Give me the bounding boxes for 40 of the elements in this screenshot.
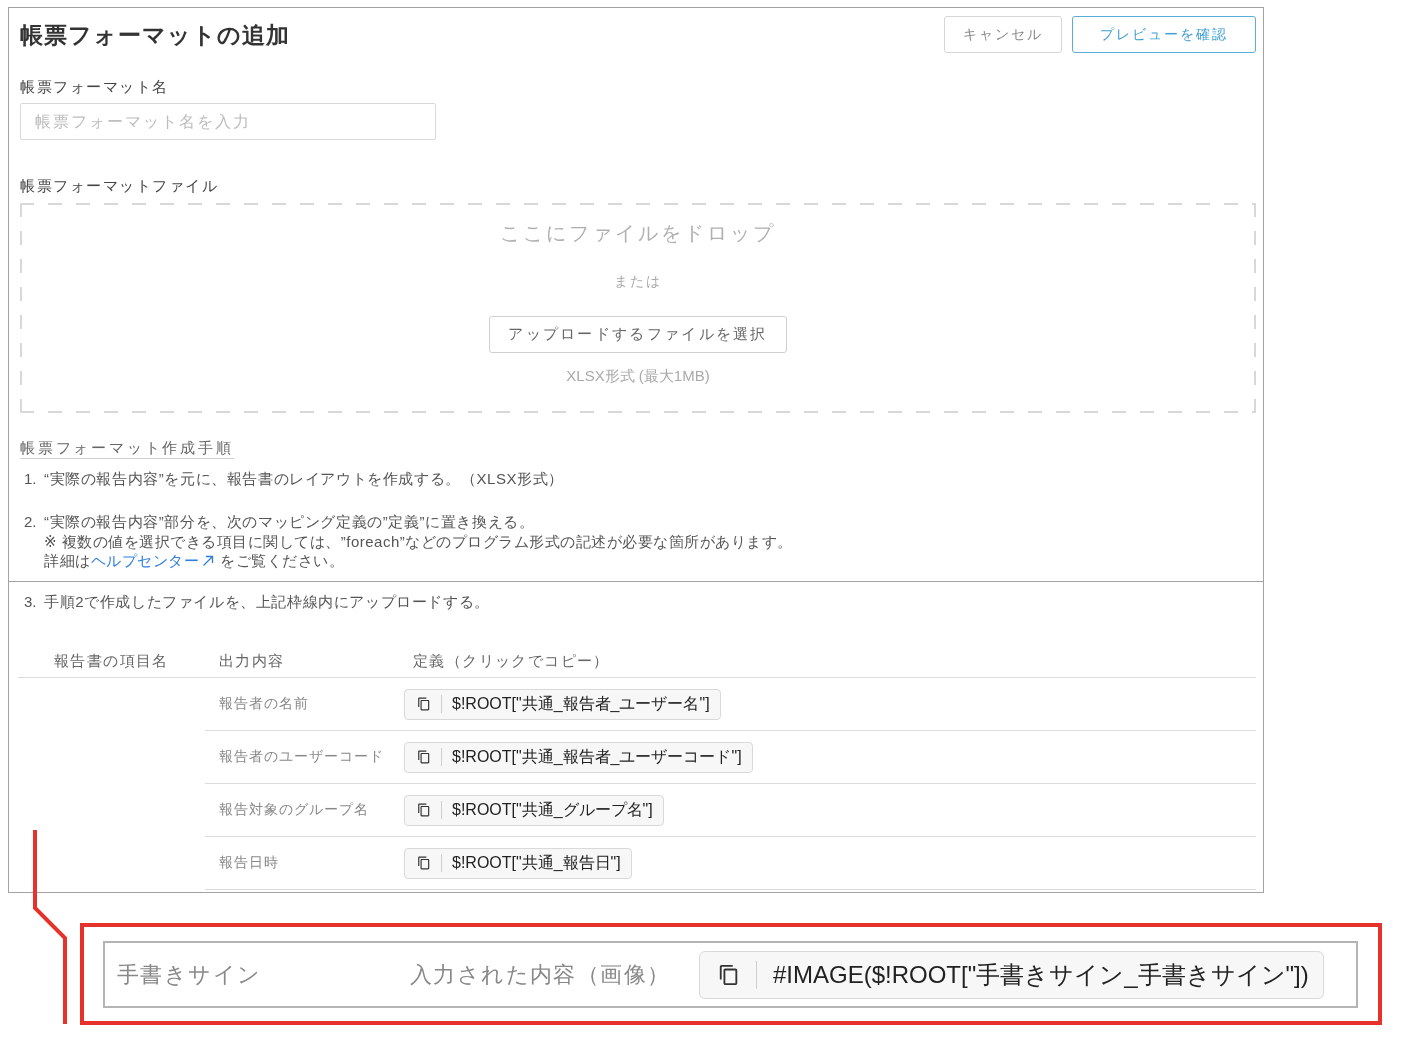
section-title: 帳票フォーマット作成手順 <box>20 438 234 459</box>
file-format-hint: XLSX形式 (最大1MB) <box>566 366 710 386</box>
column-header: 定義（クリックでコピー） <box>412 652 610 671</box>
column-header: 報告書の項目名 <box>54 652 169 671</box>
copy-definition-button[interactable]: #IMAGE($!ROOT["手書きサイン_手書きサイン"]) <box>699 950 1324 999</box>
field-label: 帳票フォーマットファイル <box>20 176 219 196</box>
table-cell-text: 報告者の名前 <box>218 695 310 713</box>
select-file-button[interactable]: アップロードするファイルを選択 <box>489 316 787 353</box>
or-text: または <box>614 272 662 291</box>
copy-definition-button[interactable]: $!ROOT["共通_報告者_ユーザーコード"] <box>404 741 753 773</box>
file-drop-zone[interactable]: ここにファイルをドロップ または アップロードするファイルを選択 XLSX形式 (最大1MB) <box>20 203 1256 413</box>
copy-definition-button[interactable]: $!ROOT["共通_報告日"] <box>404 847 632 879</box>
column-header: 出力内容 <box>218 652 285 671</box>
format-name-input[interactable]: 帳票フォーマット名を入力 <box>20 103 436 140</box>
copy-icon <box>417 856 431 870</box>
cancel-button[interactable]: キャンセル <box>944 16 1062 53</box>
help-center-link[interactable]: ヘルプセンター <box>90 552 214 569</box>
copy-icon <box>417 750 431 764</box>
copy-icon <box>417 803 431 817</box>
field-label: 帳票フォーマット名 <box>20 77 170 97</box>
step-note: ※ 複数の値を選択できる項目に関しては、”foreach”などのプログラム形式の記述が必要な箇所があります。 <box>44 532 794 551</box>
step-number: 3. <box>24 592 38 612</box>
copy-icon <box>718 963 740 986</box>
page-title: 帳票フォーマットの追加 <box>20 20 290 50</box>
external-link-icon <box>202 555 214 567</box>
drop-instruction: ここにファイルをドロップ <box>500 221 776 246</box>
step-number: 1. <box>24 469 38 489</box>
step-number: 2. <box>24 512 38 532</box>
table-cell-text: 報告対象のグループ名 <box>218 801 370 819</box>
copy-definition-button[interactable]: $!ROOT["共通_報告者_ユーザー名"] <box>404 688 721 720</box>
output-content: 入力された内容（画像） <box>410 960 672 989</box>
copy-icon <box>417 697 431 711</box>
step-text: 手順2で作成したファイルを、上記枠線内にアップロードする。 <box>44 592 491 612</box>
table-cell-text: 報告日時 <box>218 854 280 872</box>
step-text: “実際の報告内容”を元に、報告書のレイアウトを作成する。（XLSX形式） <box>44 469 565 489</box>
step-text: “実際の報告内容”部分を、次のマッピング定義の”定義”に置き換える。 <box>44 512 536 532</box>
table-cell-text: 報告者のユーザーコード <box>218 748 385 766</box>
step-detail-text: 詳細はヘルプセンター をご覧ください。 <box>44 551 345 570</box>
copy-definition-button[interactable]: $!ROOT["共通_グループ名"] <box>404 794 664 826</box>
item-name: 手書きサイン <box>117 960 263 989</box>
